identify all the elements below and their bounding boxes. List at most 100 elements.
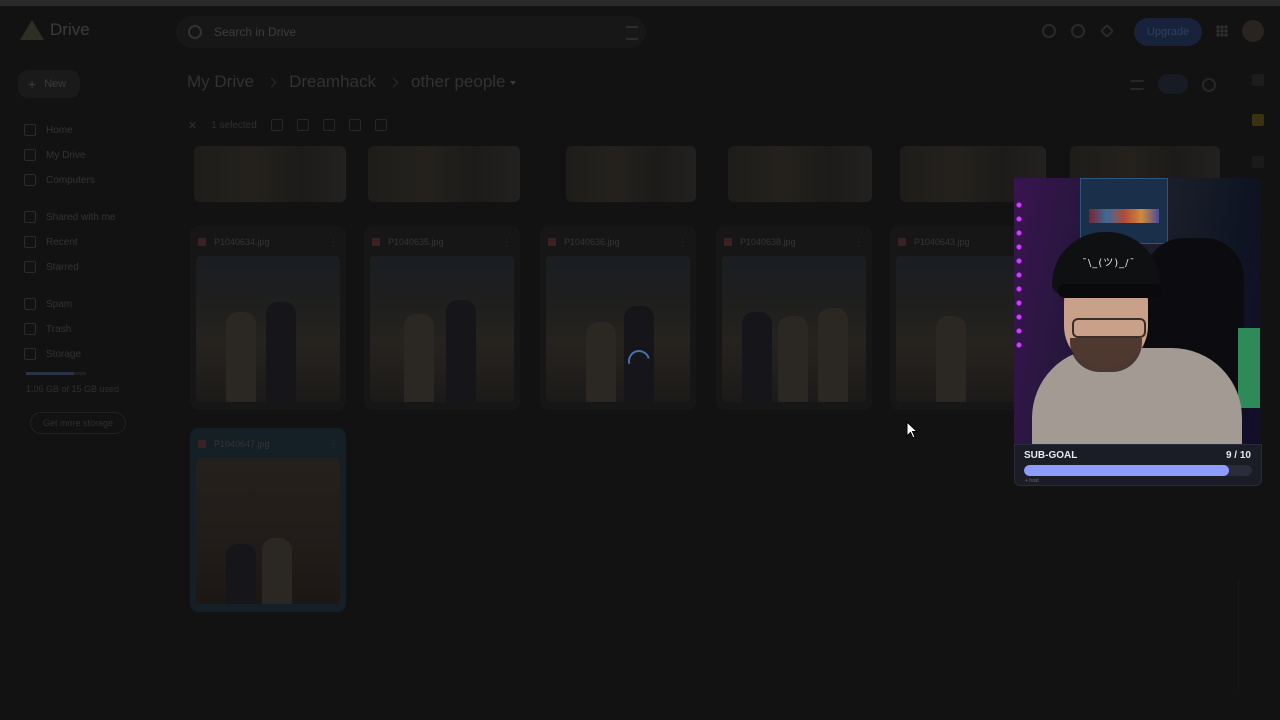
share-icon[interactable] [270, 119, 283, 131]
file-card-header: P1040636.jpg ⋮ [548, 232, 688, 252]
goal-progress-fill [1024, 465, 1230, 476]
file-card[interactable]: P1040638.jpg ⋮ [716, 226, 872, 410]
file-thumbnail [370, 256, 514, 402]
breadcrumb-item: other people [410, 72, 506, 91]
list-view-icon[interactable] [1130, 80, 1144, 90]
grid-view-toggle[interactable] [1158, 74, 1188, 94]
goal-count: 9 / 10 [1225, 450, 1251, 461]
goal-subtext: + host [1025, 478, 1039, 484]
get-storage-button[interactable]: Get more storage [30, 412, 127, 434]
keep-icon[interactable] [1252, 114, 1264, 126]
clock-icon [24, 236, 36, 248]
sidebar-item-label: Computers [46, 174, 95, 186]
tasks-icon[interactable] [1252, 156, 1264, 168]
file-card-header: P1040634.jpg ⋮ [198, 232, 338, 252]
image-file-icon [372, 238, 380, 246]
file-card-header: P1040647.jpg ⋮ [198, 434, 338, 454]
help-icon[interactable] [1042, 24, 1056, 38]
file-card[interactable]: P1040636.jpg ⋮ [540, 226, 696, 410]
photo-content [586, 322, 616, 402]
sidebar-item-recent[interactable]: Recent [24, 232, 78, 252]
image-file-icon [198, 440, 206, 448]
sidebar-item-label: Home [46, 124, 73, 136]
new-button[interactable]: + New [18, 70, 80, 98]
photo-content [446, 300, 476, 402]
photo-content [404, 314, 434, 402]
breadcrumb-current[interactable]: other people [411, 72, 516, 92]
drive-logo-icon [20, 20, 44, 40]
download-icon[interactable] [296, 119, 309, 131]
selected-count: 1 selected [211, 119, 257, 131]
sidebar-item-starred[interactable]: Starred [24, 257, 79, 277]
image-file-icon [548, 238, 556, 246]
file-card[interactable]: P1040634.jpg ⋮ [190, 226, 346, 410]
more-vert-icon[interactable]: ⋮ [678, 237, 688, 248]
search-input[interactable] [212, 24, 596, 40]
drive-logo[interactable]: Drive [20, 20, 90, 40]
drive-icon [24, 149, 36, 161]
account-avatar[interactable] [1242, 20, 1264, 42]
photo-content [226, 312, 256, 402]
new-label: New [44, 78, 67, 90]
settings-icon[interactable] [1071, 24, 1085, 38]
image-file-icon [898, 238, 906, 246]
more-vert-icon[interactable]: ⋮ [328, 237, 338, 248]
file-card-selected[interactable]: P1040647.jpg ⋮ [190, 428, 346, 612]
file-thumbnail[interactable] [566, 146, 696, 202]
sidebar-item-label: My Drive [46, 149, 86, 161]
breadcrumb-item[interactable]: Dreamhack [289, 72, 376, 92]
sidebar-item-label: Recent [46, 236, 78, 248]
search-options-icon[interactable] [626, 26, 638, 40]
file-name: P1040636.jpg [564, 237, 620, 247]
more-vert-icon[interactable]: ⋮ [502, 237, 512, 248]
sidebar-item-trash[interactable]: Trash [24, 319, 71, 339]
link-icon[interactable] [374, 119, 387, 131]
move-icon[interactable] [322, 119, 335, 131]
file-name: P1040638.jpg [740, 237, 796, 247]
more-vert-icon[interactable] [401, 120, 405, 130]
file-card-header: P1040635.jpg ⋮ [372, 232, 512, 252]
goal-label: SUB-GOAL [1024, 450, 1078, 461]
storage-fill [26, 372, 74, 375]
more-vert-icon[interactable]: ⋮ [854, 237, 864, 248]
apps-grid-icon[interactable] [1216, 25, 1228, 37]
image-file-icon [724, 238, 732, 246]
close-icon[interactable]: ✕ [188, 119, 197, 132]
breadcrumb-item[interactable]: My Drive [187, 72, 254, 92]
drive-header: Drive Upgrade [0, 6, 1280, 58]
scrollbar[interactable] [1238, 580, 1245, 690]
sidebar-item-my-drive[interactable]: My Drive [24, 145, 85, 165]
search-icon [188, 25, 202, 39]
file-thumbnail[interactable] [368, 146, 520, 202]
cap-print: ¯\_(ツ)_/¯ [1082, 258, 1136, 269]
sidebar-item-computers[interactable]: Computers [24, 170, 95, 190]
chevron-down-icon [509, 80, 516, 85]
streamer-body [1032, 348, 1242, 444]
file-card[interactable]: P1040635.jpg ⋮ [364, 226, 520, 410]
goal-progress-track [1024, 465, 1252, 476]
glasses [1072, 318, 1146, 338]
people-icon [24, 211, 36, 223]
file-thumbnail[interactable] [728, 146, 872, 202]
upgrade-button[interactable]: Upgrade [1134, 18, 1202, 46]
sidebar-item-spam[interactable]: Spam [24, 294, 72, 314]
sidebar-item-shared[interactable]: Shared with me [24, 207, 115, 227]
sidebar-item-label: Spam [46, 298, 73, 310]
sidebar-item-label: Shared with me [46, 211, 116, 223]
sidebar-item-storage[interactable]: Storage [24, 344, 81, 364]
image-file-icon [198, 238, 206, 246]
sidebar-item-home[interactable]: Home [24, 120, 73, 140]
storage-bar [26, 372, 86, 375]
search-bar[interactable] [176, 16, 646, 48]
led-lights [1014, 198, 1024, 348]
home-icon [24, 124, 36, 136]
background-light [1238, 328, 1260, 408]
delete-icon[interactable] [348, 119, 361, 131]
gemini-icon[interactable] [1099, 23, 1115, 39]
calendar-icon[interactable] [1252, 74, 1264, 86]
more-vert-icon[interactable]: ⋮ [328, 439, 338, 450]
photo-content [266, 302, 296, 402]
file-thumbnail[interactable] [194, 146, 346, 202]
plus-icon: + [28, 76, 37, 92]
info-icon[interactable] [1202, 78, 1216, 92]
